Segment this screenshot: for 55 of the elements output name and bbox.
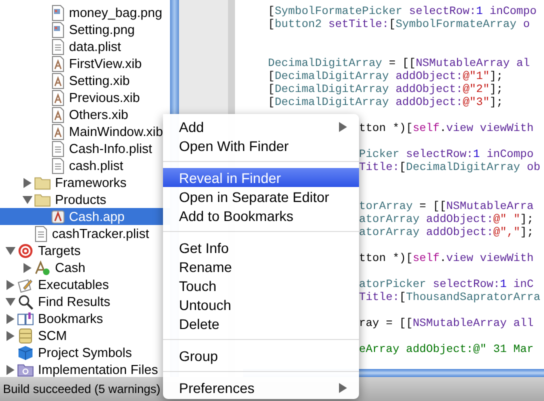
code-line: atorArray addObject:@" "]; xyxy=(359,214,534,226)
code-line: tton *)[self.view viewWith xyxy=(359,123,534,136)
disclosure-triangle-icon[interactable] xyxy=(4,330,17,340)
code-line: [DecimalDigitArray addObject:@"3"]; xyxy=(268,97,504,110)
code-line: [SymbolFormatePicker selectRow:1 inCompo xyxy=(268,6,537,18)
document-icon xyxy=(51,140,65,156)
book-icon xyxy=(17,310,34,326)
cube-icon xyxy=(17,344,34,360)
interface-file-icon xyxy=(51,124,65,140)
status-text: Build succeeded (5 warnings) xyxy=(3,382,160,396)
code-line: atorArray addObject:@","]; xyxy=(359,227,534,240)
code-line: [button2 setTitle:[SymbolFormateArray o xyxy=(268,19,530,32)
interface-file-icon xyxy=(51,106,65,122)
interface-file-icon xyxy=(51,56,65,72)
interface-file-icon xyxy=(51,90,65,106)
disclosure-triangle-icon[interactable] xyxy=(4,246,17,256)
disclosure-triangle-icon[interactable] xyxy=(4,280,17,290)
code-line: eArray addObject:@" 31 Mar xyxy=(359,344,534,357)
search-icon xyxy=(17,294,34,310)
code-line: Picker selectRow:1 inCompo xyxy=(359,149,534,162)
code-line: atorPicker selectRow:1 inC xyxy=(359,279,534,292)
app-target-icon xyxy=(34,260,51,276)
code-line: Title:[ThousandSapratorArra xyxy=(359,292,540,305)
menu-item[interactable]: Preferences xyxy=(163,378,359,397)
document-icon xyxy=(34,226,48,242)
document-icon xyxy=(51,38,65,54)
tree-item[interactable]: money_bag.png xyxy=(0,4,170,21)
tree-item[interactable]: Setting.png xyxy=(0,21,170,38)
interface-file-icon xyxy=(51,72,65,88)
disclosure-triangle-icon[interactable] xyxy=(21,262,34,272)
image-file-icon xyxy=(51,4,65,20)
folder-icon xyxy=(34,174,51,190)
code-line: [DecimalDigitArray addObject:@"1"]; xyxy=(268,71,504,84)
code-line: [DecimalDigitArray addObject:@"2"]; xyxy=(268,84,504,96)
code-line: tton *)[self.view viewWith xyxy=(359,253,534,266)
code-line: DecimalDigitArray = [[NSMutableArray al xyxy=(268,58,530,70)
disclosure-triangle-icon[interactable] xyxy=(4,314,17,324)
image-file-icon xyxy=(51,22,65,38)
document-icon xyxy=(51,158,65,174)
disclosure-triangle-icon[interactable] xyxy=(4,364,17,374)
application-icon xyxy=(51,208,65,224)
disclosure-triangle-icon[interactable] xyxy=(21,178,34,188)
disclosure-triangle-icon[interactable] xyxy=(4,296,17,306)
tree-item[interactable]: FirstView.xib xyxy=(0,55,170,72)
code-line: torArray = [[NSMutableArra xyxy=(359,201,534,214)
tree-item[interactable]: Previous.xib xyxy=(0,89,170,106)
code-line: ray = [[NSMutableArray all xyxy=(359,318,534,331)
menu-item[interactable]: Reveal in Finder xyxy=(163,168,359,187)
database-icon xyxy=(17,328,34,344)
tree-item[interactable]: data.plist xyxy=(0,38,170,55)
tree-item[interactable]: Setting.xib xyxy=(0,72,170,89)
target-icon xyxy=(17,242,34,258)
pencil-icon xyxy=(17,276,34,292)
disclosure-triangle-icon[interactable] xyxy=(21,194,34,204)
code-line: Title:[DecimalDigitArray ob xyxy=(359,162,540,175)
